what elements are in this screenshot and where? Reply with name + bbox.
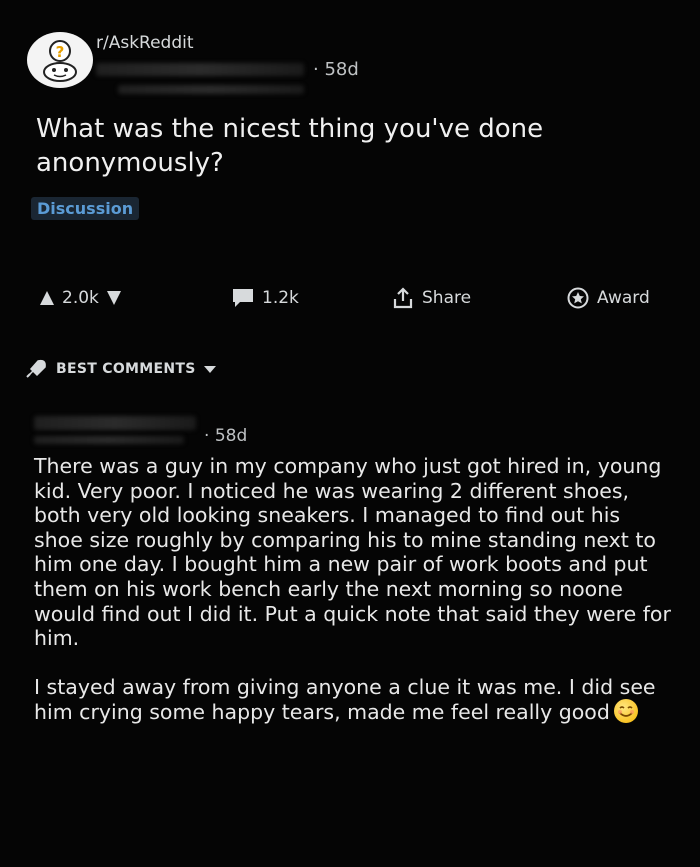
rocket-icon [26,359,46,378]
post-title[interactable]: What was the nicest thing you've done an… [36,112,676,180]
subreddit-avatar[interactable]: ? [27,32,93,88]
share-label: Share [422,288,472,308]
vote-bar: 2.0k [40,286,121,310]
share-button[interactable]: Share [392,286,471,310]
comment-body: There was a guy in my company who just g… [34,454,674,749]
username-redacted-line2 [118,85,304,94]
comment-paragraph: I stayed away from giving anyone a clue … [34,674,656,725]
username-redacted [96,63,304,76]
downvote-icon[interactable] [106,291,121,305]
post-age: · 58d [313,59,359,80]
commenter-redacted [34,416,196,430]
post-flair[interactable]: Discussion [31,197,140,220]
comment-age: · 58d [204,426,248,446]
award-icon [567,287,589,309]
comment-icon [233,289,253,307]
subreddit-name[interactable]: r/AskReddit [96,33,194,53]
chevron-down-icon [203,365,216,373]
smiling-face-emoji-icon [613,699,638,724]
comment-count: 1.2k [262,288,299,308]
share-icon [393,287,413,309]
askreddit-snoo-icon: ? [28,33,92,87]
svg-text:?: ? [56,43,65,61]
vote-count: 2.0k [62,288,99,308]
comments-button[interactable]: 1.2k [232,286,299,310]
upvote-icon[interactable] [40,291,54,305]
comment-sort-dropdown[interactable]: BEST COMMENTS [24,358,216,380]
comment-paragraph: There was a guy in my company who just g… [34,454,671,651]
commenter-redacted-line2 [34,436,184,444]
award-button[interactable]: Award [567,286,650,310]
award-label: Award [597,288,650,308]
sort-label: BEST COMMENTS [56,361,196,377]
